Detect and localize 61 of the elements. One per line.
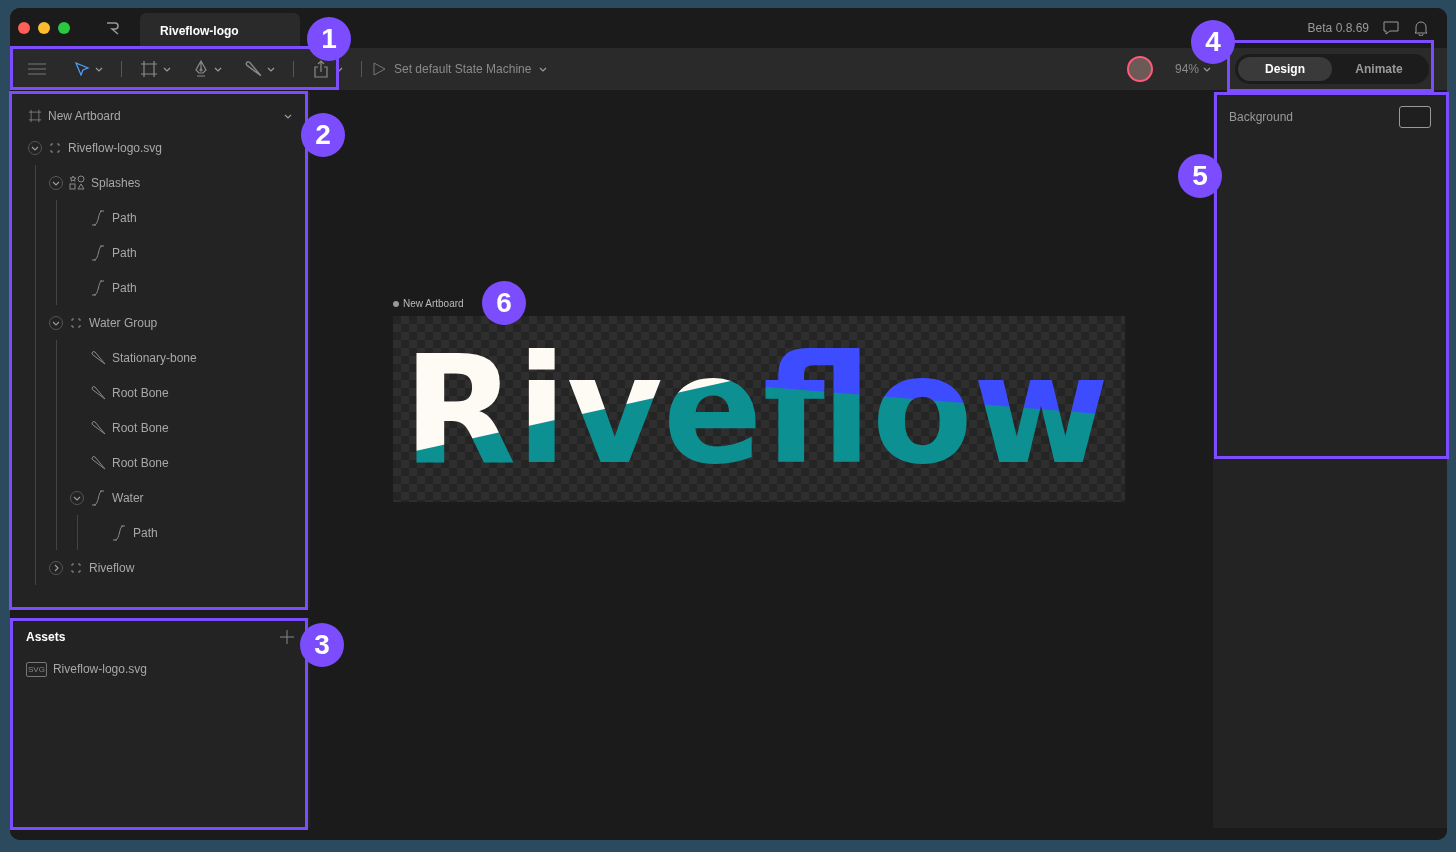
layer-name[interactable]: Water Group	[89, 313, 158, 332]
layer-name[interactable]: Splashes	[91, 173, 141, 192]
layer-name[interactable]: Path	[112, 278, 137, 297]
asset-name[interactable]: Riveflow-logo.svg	[52, 660, 147, 678]
layer-name[interactable]: Riveflow	[89, 558, 135, 577]
logo-drawing: Riveflow	[393, 316, 1125, 502]
layer-name[interactable]: Root Bone	[112, 383, 169, 402]
play-icon	[372, 62, 386, 76]
path-icon	[90, 489, 106, 506]
path-icon	[90, 244, 106, 261]
layer-name[interactable]: Stationary-bone	[112, 348, 197, 367]
state-machine-button[interactable]: Set default State Machine	[372, 60, 548, 78]
group-icon	[69, 315, 83, 330]
layer-name[interactable]: Water	[112, 488, 144, 507]
layer-name[interactable]: Path	[133, 523, 158, 542]
background-swatch[interactable]	[1399, 106, 1431, 128]
group-icon	[69, 560, 83, 575]
feedback-icon[interactable]	[1383, 20, 1399, 36]
artboard-name[interactable]: New Artboard	[48, 107, 121, 125]
user-avatar[interactable]	[1126, 56, 1153, 82]
mode-tab[interactable]: Design	[1238, 57, 1332, 81]
layer-name[interactable]: Root Bone	[112, 453, 169, 472]
close-button[interactable]	[18, 22, 30, 34]
pointer-icon	[74, 61, 90, 77]
version-label: Beta 0.8.69	[1307, 20, 1369, 37]
artboard-icon	[28, 109, 42, 123]
artboard-label: New Artboard	[403, 297, 464, 311]
bone-icon	[244, 60, 262, 78]
dropdown-chevron-icon	[284, 112, 292, 120]
layer-name[interactable]: Path	[112, 208, 137, 227]
chevron-icon	[163, 65, 171, 73]
zoom-button[interactable]	[58, 22, 70, 34]
minimize-button[interactable]	[38, 22, 50, 34]
path-icon	[90, 209, 106, 226]
bell-icon[interactable]	[1413, 20, 1429, 36]
layer-name[interactable]: Riveflow-logo.svg	[68, 138, 163, 157]
bone-icon	[90, 419, 106, 436]
background-label: Background	[1229, 109, 1294, 126]
chevron-icon	[1203, 65, 1211, 73]
panel-title: Assets	[26, 629, 66, 646]
layer-name[interactable]: Root Bone	[112, 418, 169, 437]
bone-icon	[90, 384, 106, 401]
chevron-icon	[214, 65, 222, 73]
chevron-icon	[539, 65, 548, 73]
path-icon	[111, 524, 127, 541]
chevron-icon	[267, 65, 275, 73]
path-icon	[90, 279, 106, 296]
chevron-icon	[95, 65, 103, 73]
app-logo-icon	[106, 21, 120, 35]
group-icon	[48, 140, 62, 155]
document-tab[interactable]: Riveflow-logo	[140, 13, 300, 48]
layer-name[interactable]: Path	[112, 243, 137, 262]
file-type-badge: SVG	[26, 661, 47, 677]
mode-tab[interactable]: Animate	[1332, 57, 1426, 81]
shapes-icon	[69, 174, 85, 191]
share-icon	[312, 60, 330, 78]
bone-icon	[90, 349, 106, 366]
pen-icon	[193, 60, 209, 78]
artboard-icon	[140, 60, 158, 78]
bone-icon	[90, 454, 106, 471]
chevron-icon	[52, 563, 60, 572]
